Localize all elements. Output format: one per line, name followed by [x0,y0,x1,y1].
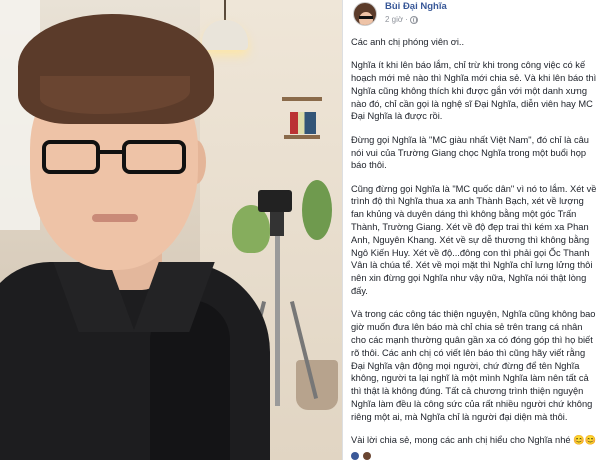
post-paragraph: Vài lời chia sẻ, mong các anh chị hiểu c… [351,435,597,446]
post-paragraph: Và trong các công tác thiện nguyện, Nghĩ… [351,309,596,422]
video-camera [258,190,292,212]
wall-shelf [284,135,320,139]
wall-shelf [282,97,322,101]
post-photo[interactable] [0,0,342,460]
shelf-books [290,112,316,134]
author-avatar[interactable] [353,2,377,26]
plant-pot [296,360,338,410]
camera-lens [270,210,284,236]
globe-icon[interactable] [409,15,418,24]
glasses-lens-right [122,140,186,174]
post-paragraph: Nghĩa ít khi lên báo lắm, chỉ trừ khi tr… [351,60,597,122]
post-paragraph: Cũng đừng gọi Nghĩa là "MC quốc dân" vì … [351,183,597,297]
glasses-bridge [98,150,124,154]
avatar-face [359,12,373,25]
glasses-lens-left [42,140,100,174]
avatar-glasses [359,16,373,19]
reactor-avatar[interactable] [351,452,359,460]
plant [302,180,332,240]
post-paragraph: Đừng gọi Nghĩa là "MC giàu nhất Việt Nam… [351,134,589,171]
tripod-pole [275,236,280,406]
person-mouth [92,214,138,222]
post-footer [343,452,600,460]
post-text: Các anh chị phóng viên ơi.. Nghĩa ít khi… [351,36,597,457]
post-panel: Bùi Đại Nghĩa 2 giờ · Các anh chị phóng … [342,0,600,460]
plant [232,205,270,253]
post-meta: 2 giờ · [385,15,418,24]
post-paragraph: Các anh chị phóng viên ơi.. [351,37,465,47]
post-header: Bùi Đại Nghĩa 2 giờ · [351,0,595,30]
meta-separator: · [405,15,408,24]
lamp-cord [224,0,226,22]
reactor-avatar[interactable] [363,452,371,460]
author-name[interactable]: Bùi Đại Nghĩa [385,1,447,12]
post-time[interactable]: 2 giờ [385,15,403,24]
